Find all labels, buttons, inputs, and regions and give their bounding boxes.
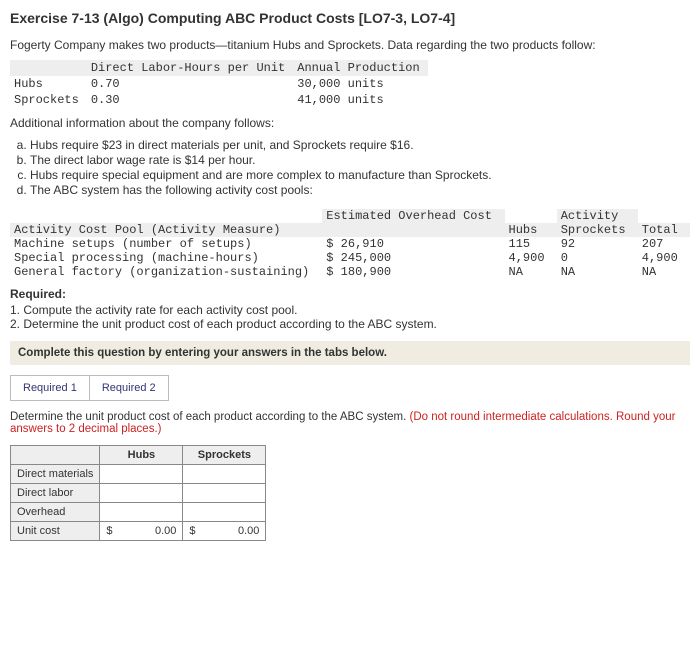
row-name: Hubs xyxy=(10,76,87,92)
tab-required-2[interactable]: Required 2 xyxy=(89,375,169,401)
activity-pool-table: Estimated Overhead Cost Activity Activit… xyxy=(10,209,690,279)
unit-cost-hubs[interactable]: $ 0.00 xyxy=(100,522,183,541)
row-label: Unit cost xyxy=(11,522,100,541)
row-label: Overhead xyxy=(11,503,100,522)
input-cell[interactable] xyxy=(183,503,266,522)
unit-cost-sprockets[interactable]: $ 0.00 xyxy=(183,522,266,541)
required-list: 1. Compute the activity rate for each ac… xyxy=(10,303,690,331)
input-cell[interactable] xyxy=(100,484,183,503)
required-heading: Required: xyxy=(10,287,66,301)
note-item: Hubs require $23 in direct materials per… xyxy=(30,138,690,152)
tab-required-1[interactable]: Required 1 xyxy=(10,375,89,401)
tabs: Required 1 Required 2 xyxy=(10,375,690,401)
answer-table: Hubs Sprockets Direct materials Direct l… xyxy=(10,445,266,541)
row-name: Sprockets xyxy=(10,92,87,108)
input-cell[interactable] xyxy=(183,484,266,503)
col-sprockets: Sprockets xyxy=(183,446,266,465)
col-hubs: Hubs xyxy=(100,446,183,465)
complete-instruction: Complete this question by entering your … xyxy=(10,341,690,365)
notes-list: Hubs require $23 in direct materials per… xyxy=(30,138,690,197)
row-label: Direct materials xyxy=(11,465,100,484)
tab-instructions: Determine the unit product cost of each … xyxy=(10,411,690,435)
intro-text: Fogerty Company makes two products—titan… xyxy=(10,38,690,52)
col-annual-prod: Annual Production xyxy=(293,60,427,76)
row-label: Direct labor xyxy=(11,484,100,503)
additional-info-heading: Additional information about the company… xyxy=(10,116,690,130)
input-cell[interactable] xyxy=(100,465,183,484)
col-dlh: Direct Labor-Hours per Unit xyxy=(87,60,293,76)
note-item: The ABC system has the following activit… xyxy=(30,183,690,197)
input-cell[interactable] xyxy=(100,503,183,522)
exercise-title: Exercise 7-13 (Algo) Computing ABC Produ… xyxy=(10,10,690,26)
note-item: The direct labor wage rate is $14 per ho… xyxy=(30,153,690,167)
note-item: Hubs require special equipment and are m… xyxy=(30,168,690,182)
product-table: Direct Labor-Hours per Unit Annual Produ… xyxy=(10,60,428,108)
input-cell[interactable] xyxy=(183,465,266,484)
